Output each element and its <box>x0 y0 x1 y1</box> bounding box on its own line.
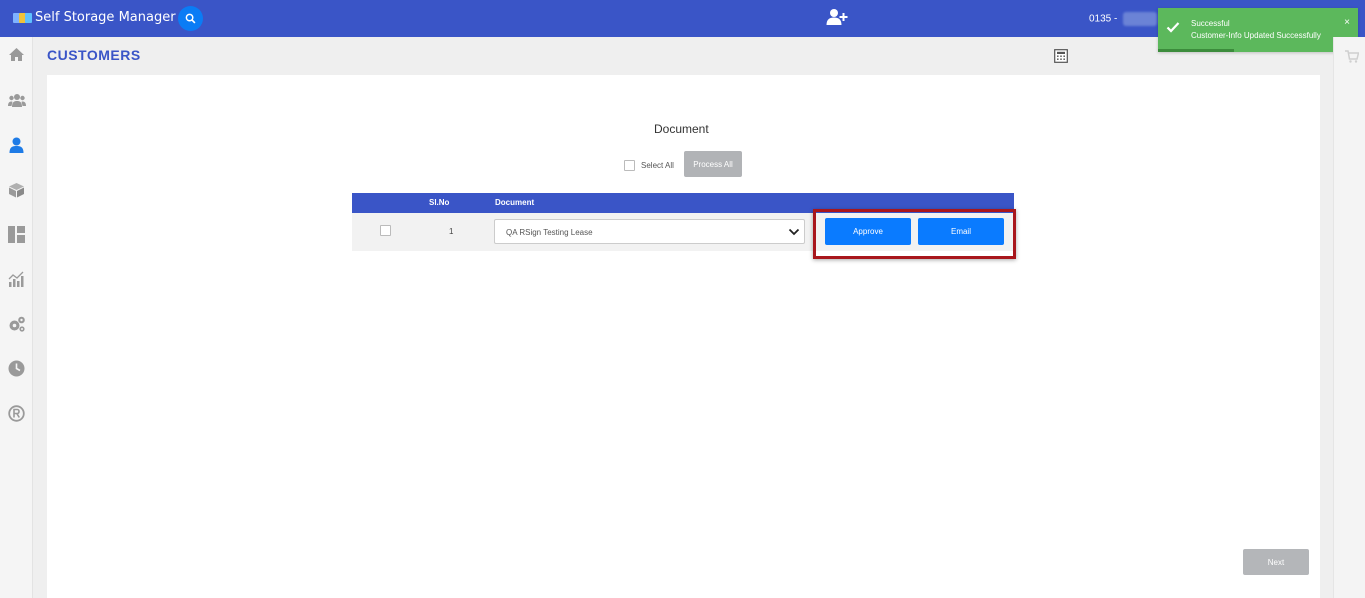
sidebar-item-users[interactable] <box>7 90 26 109</box>
account-name-redacted <box>1123 12 1158 26</box>
toast-close-button[interactable]: × <box>1344 17 1350 28</box>
document-select-value: QA RSign Testing Lease <box>506 228 593 237</box>
sidebar-item-rsign[interactable] <box>7 404 26 423</box>
column-header-document: Document <box>495 198 535 207</box>
select-all-checkbox[interactable] <box>624 160 635 171</box>
toast-message: Customer-Info Updated Successfully <box>1191 31 1321 40</box>
right-panel-strip <box>1333 37 1365 598</box>
next-button[interactable]: Next <box>1243 549 1309 575</box>
settings-icon <box>9 316 25 332</box>
calculator-icon[interactable] <box>1054 49 1068 63</box>
document-heading: Document <box>654 122 709 136</box>
toast-title: Successful <box>1191 19 1230 28</box>
home-icon <box>9 48 24 61</box>
select-all-label: Select All <box>641 161 674 170</box>
sidebar-item-home[interactable] <box>7 45 26 64</box>
chart-icon <box>8 271 24 287</box>
sidebar-item-settings[interactable] <box>7 315 26 334</box>
sidebar-item-customer[interactable] <box>7 135 26 154</box>
app-title: Self Storage Manager <box>35 10 176 25</box>
sidebar-item-history[interactable] <box>7 359 26 378</box>
sidebar-item-reports[interactable] <box>7 270 26 289</box>
clock-icon <box>8 360 25 377</box>
column-header-sl-no: Sl.No <box>429 198 450 207</box>
email-button[interactable]: Email <box>918 218 1004 245</box>
document-select[interactable]: QA RSign Testing Lease <box>494 219 805 244</box>
select-all-control[interactable]: Select All <box>624 160 674 171</box>
approve-button[interactable]: Approve <box>825 218 911 245</box>
box-icon <box>9 182 24 197</box>
sidebar <box>0 37 33 598</box>
row-sl-no: 1 <box>449 227 454 236</box>
account-number: 0135 - <box>1089 13 1121 25</box>
chevron-down-icon <box>788 228 800 236</box>
logo-icon <box>13 11 33 25</box>
check-icon <box>1166 22 1180 33</box>
page-title: CUSTOMERS <box>47 47 141 63</box>
sidebar-item-units[interactable] <box>7 180 26 199</box>
toast-progress-bar <box>1158 49 1234 52</box>
registered-icon <box>8 405 25 422</box>
success-toast: Successful Customer-Info Updated Success… <box>1158 8 1358 52</box>
row-checkbox[interactable] <box>380 225 391 236</box>
cart-icon[interactable] <box>1345 50 1359 63</box>
search-icon <box>185 13 196 24</box>
users-icon <box>7 93 26 107</box>
user-icon <box>9 137 24 153</box>
process-all-button[interactable]: Process All <box>684 151 742 177</box>
sidebar-item-dashboard[interactable] <box>7 225 26 244</box>
search-button[interactable] <box>178 6 203 31</box>
dashboard-icon <box>8 226 25 243</box>
app-logo[interactable]: Self Storage Manager <box>13 10 176 25</box>
user-plus-icon[interactable] <box>826 8 848 26</box>
account-info[interactable]: 0135 - <box>1089 12 1158 26</box>
